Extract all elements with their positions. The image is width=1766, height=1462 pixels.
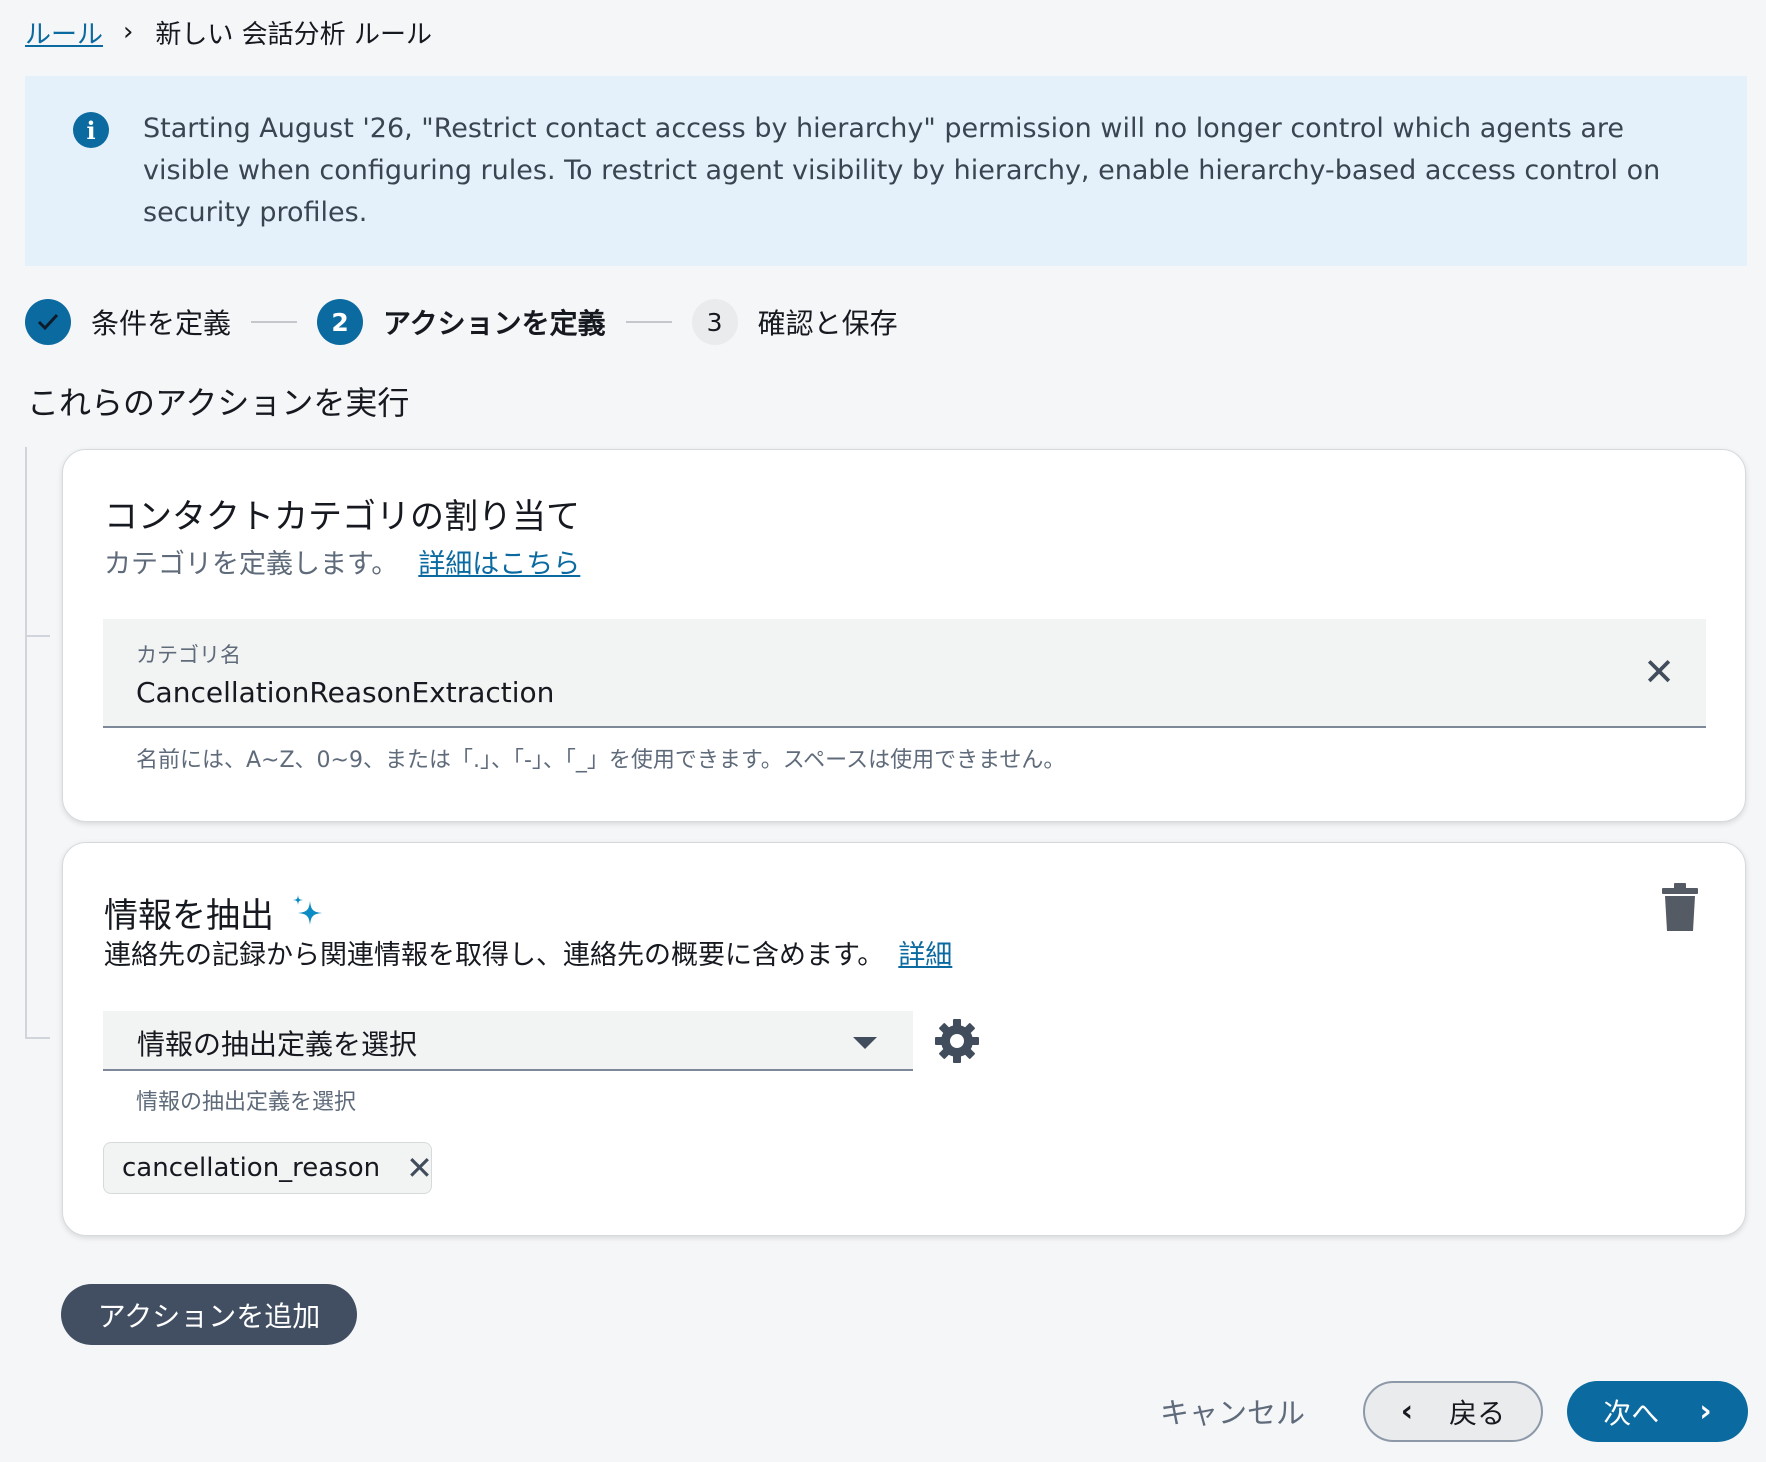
breadcrumb-current: 新しい 会話分析 ルール: [155, 19, 432, 50]
token-label: cancellation_reason: [122, 1153, 381, 1183]
gear-icon[interactable]: [933, 1017, 981, 1069]
tree-connector: [25, 447, 27, 1039]
add-action-button[interactable]: アクションを追加: [61, 1284, 357, 1345]
tree-connector-tick: [25, 1037, 50, 1039]
category-name-value[interactable]: CancellationReasonExtraction: [136, 676, 554, 709]
extract-card-title: 情報を抽出: [104, 896, 274, 936]
step-3-label: 確認と保存: [757, 307, 898, 340]
breadcrumb: ルール › 新しい 会話分析 ルール: [25, 12, 432, 52]
info-icon: i: [73, 112, 109, 148]
caret-down-icon: [853, 1037, 877, 1049]
category-name-field[interactable]: カテゴリ名 CancellationReasonExtraction ✕: [103, 619, 1706, 728]
chevron-right-icon: ›: [123, 17, 134, 47]
extract-card-description: 連絡先の記録から関連情報を取得し、連絡先の概要に含めます。: [104, 940, 885, 971]
selected-token: cancellation_reason ✕: [103, 1142, 433, 1194]
extraction-definition-hint: 情報の抽出定義を選択: [136, 1090, 357, 1115]
category-card-title: コンタクトカテゴリの割り当て: [104, 497, 580, 537]
cancel-button[interactable]: キャンセル: [1160, 1390, 1305, 1432]
section-title: これらのアクションを実行: [27, 384, 410, 422]
trash-icon[interactable]: [1660, 883, 1700, 937]
chevron-left-icon: ‹: [1400, 1394, 1414, 1429]
tree-connector-tick: [25, 635, 50, 637]
step-1-check-icon: [25, 299, 71, 345]
category-name-hint: 名前には、A~Z、0~9、または「.」、「-」、「_」を使用できます。スペースは…: [136, 748, 1066, 773]
step-3-number: 3: [691, 299, 738, 345]
step-1-label: 条件を定義: [91, 307, 232, 340]
sparkle-icon: [288, 893, 328, 933]
back-button[interactable]: ‹ 戻る: [1363, 1381, 1543, 1442]
extract-learn-more-link[interactable]: 詳細: [898, 933, 952, 972]
next-button[interactable]: 次へ ›: [1567, 1381, 1748, 1442]
info-banner: i Starting August '26, "Restrict contact…: [25, 76, 1747, 266]
step-2-number: 2: [317, 299, 364, 345]
clear-icon[interactable]: ✕: [1639, 650, 1679, 694]
info-banner-text: Starting August '26, "Restrict contact a…: [143, 113, 1661, 228]
breadcrumb-link-rules[interactable]: ルール: [25, 14, 103, 51]
step-divider: [251, 321, 298, 323]
back-button-label: 戻る: [1449, 1396, 1506, 1430]
extraction-definition-value: 情報の抽出定義を選択: [137, 1028, 418, 1061]
step-divider: [625, 321, 672, 323]
step-2-label: アクションを定義: [383, 307, 606, 340]
next-button-label: 次へ: [1603, 1396, 1660, 1430]
remove-token-icon[interactable]: ✕: [406, 1149, 433, 1187]
extraction-definition-select[interactable]: 情報の抽出定義を選択: [103, 1011, 913, 1071]
chevron-right-icon: ›: [1699, 1394, 1712, 1429]
category-learn-more-link[interactable]: 詳細はこちら: [418, 542, 580, 581]
category-name-label: カテゴリ名: [136, 643, 241, 667]
category-card-description: カテゴリを定義します。: [104, 549, 399, 580]
wizard-stepper: 条件を定義 2 アクションを定義 3 確認と保存: [25, 298, 898, 346]
